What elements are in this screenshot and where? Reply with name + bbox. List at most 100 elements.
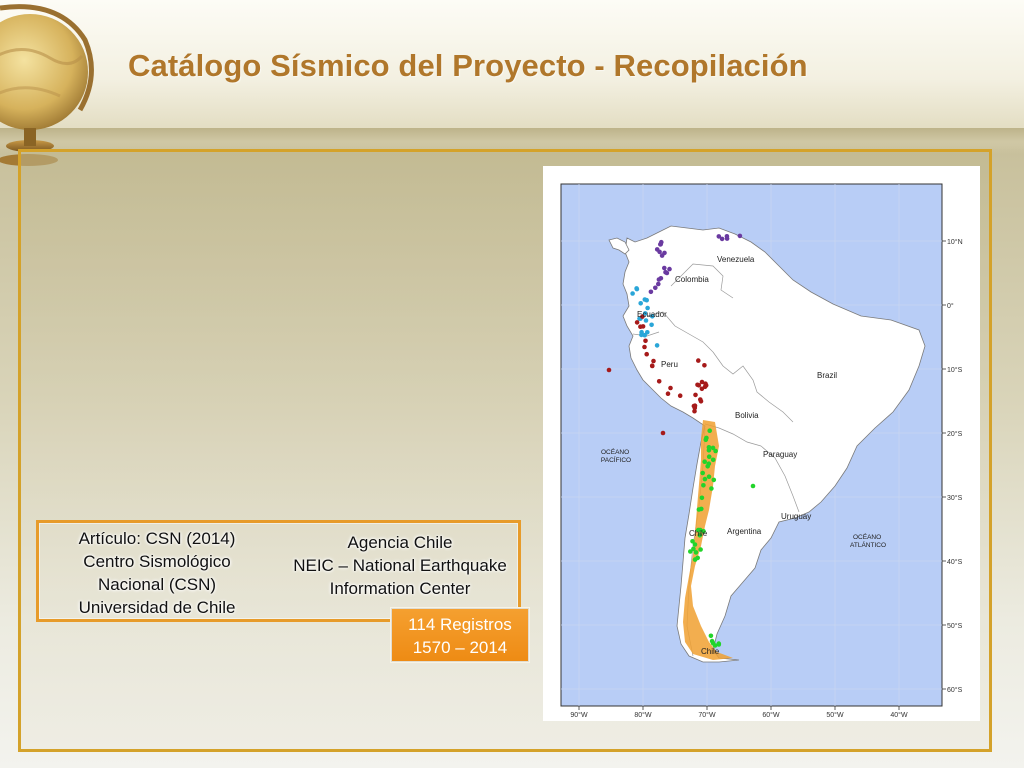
lon-labels: 90°W 80°W 70°W 60°W 50°W 40°W: [570, 706, 908, 719]
seismic-event-point: [651, 358, 656, 364]
seismic-event-point: [708, 633, 714, 639]
seismic-event-point: [656, 281, 661, 287]
seismic-event-point: [644, 351, 649, 357]
seismic-event-point: [703, 381, 708, 386]
country-label-venezuela: Venezuela: [717, 255, 755, 264]
seismic-event-point: [634, 286, 640, 292]
seismic-event-point: [660, 430, 666, 436]
seismic-event-point: [696, 358, 701, 363]
source-neic: Agencia Chile NEIC – National Earthquake…: [282, 531, 518, 600]
seismic-event-point: [638, 301, 643, 306]
lon-label: 80°W: [634, 711, 652, 719]
seismic-event-point: [692, 542, 698, 547]
seismic-event-point: [667, 266, 672, 272]
seismic-event-point: [710, 457, 716, 463]
lon-label: 50°W: [826, 711, 844, 719]
lat-label: 50°S: [947, 622, 963, 630]
seismic-event-point: [702, 363, 707, 368]
seismic-event-point: [702, 476, 708, 482]
seismic-event-point: [705, 464, 710, 469]
country-label-bolivia: Bolivia: [735, 411, 759, 420]
seismic-event-point: [691, 403, 697, 409]
lon-label: 70°W: [698, 711, 716, 719]
seismic-event-point: [709, 638, 715, 644]
seismic-event-point: [662, 250, 667, 256]
lat-labels: 10°N 0° 10°S 20°S 30°S 40°S 50°S 60°S: [942, 238, 963, 694]
source-csn-line4: Universidad de Chile: [78, 598, 236, 617]
ocean-label-atlantic: OCÉANO ATLÁNTICO: [850, 532, 886, 549]
seismic-map: 10°N 0° 10°S 20°S 30°S 40°S 50°S 60°S 90°W 80°W 7…: [560, 183, 963, 719]
records-badge: 114 Registros 1570 – 2014: [391, 608, 529, 662]
lat-label: 20°S: [947, 430, 963, 438]
lon-label: 90°W: [570, 711, 588, 719]
seismic-event-point: [699, 495, 705, 501]
globe-icon: [0, 4, 94, 166]
source-neic-line1: Agencia Chile: [347, 533, 453, 552]
source-csn: Artículo: CSN (2014) Centro Sismológico …: [52, 527, 262, 619]
page-title: Catálogo Sísmico del Proyecto - Recopila…: [128, 48, 808, 83]
country-label-colombia: Colombia: [675, 275, 709, 284]
country-label-paraguay: Paraguay: [763, 450, 797, 459]
seismic-event-point: [696, 383, 702, 388]
seismic-event-point: [668, 385, 673, 391]
seismic-event-point: [706, 448, 712, 453]
lat-label: 60°S: [947, 686, 963, 694]
country-label-chile-north: Chile: [689, 529, 708, 538]
seismic-event-point: [706, 454, 712, 460]
lon-label: 60°W: [762, 711, 780, 719]
ocean-label-pacific: OCÉANO PACÍFICO: [601, 447, 631, 464]
seismic-event-point: [653, 285, 658, 291]
seismic-event-point: [711, 477, 717, 483]
seismic-event-point: [639, 329, 644, 335]
seismic-event-point: [642, 297, 648, 302]
ocean-label-atlantic-line1: OCÉANO: [853, 532, 881, 541]
country-label-chile-south: Chile: [701, 647, 720, 656]
ocean-label-pacific-line1: OCÉANO: [601, 447, 629, 456]
seismic-event-point: [654, 343, 660, 348]
ocean-label-atlantic-line2: ATLÁNTICO: [850, 540, 886, 549]
source-neic-line2: NEIC – National Earthquake: [293, 556, 507, 575]
seismic-event-point: [656, 379, 662, 384]
seismic-event-point: [659, 239, 664, 245]
seismic-event-point: [709, 486, 714, 491]
seismic-event-point: [692, 557, 698, 562]
records-period: 1570 – 2014: [412, 638, 508, 657]
source-csn-line1: Artículo: CSN (2014): [78, 529, 236, 548]
country-label-brazil: Brazil: [817, 371, 837, 380]
seismic-event-point: [648, 289, 654, 295]
seismic-event-point: [640, 324, 646, 329]
seismic-map-panel: 10°N 0° 10°S 20°S 30°S 40°S 50°S 60°S 90°W 80°W 7…: [543, 166, 980, 721]
seismic-event-point: [663, 269, 668, 275]
seismic-event-point: [691, 546, 696, 552]
ocean-label-pacific-line2: PACÍFICO: [601, 455, 631, 464]
seismic-event-point: [750, 483, 756, 489]
seismic-event-point: [634, 320, 640, 325]
seismic-event-point: [698, 397, 703, 402]
country-label-uruguay: Uruguay: [781, 512, 811, 521]
seismic-event-point: [606, 367, 612, 373]
seismic-event-point: [649, 363, 655, 368]
lat-label: 10°N: [947, 238, 963, 246]
seismic-event-point: [707, 428, 712, 434]
seismic-event-point: [724, 234, 730, 239]
seismic-event-point: [706, 474, 712, 480]
country-label-peru: Peru: [661, 360, 678, 369]
lat-label: 40°S: [947, 558, 963, 566]
country-label-ecuador: Ecuador: [637, 310, 667, 319]
seismic-event-point: [699, 506, 704, 512]
source-neic-line3: Information Center: [329, 579, 471, 598]
lon-label: 40°W: [890, 711, 908, 719]
seismic-event-point: [630, 291, 635, 296]
country-label-argentina: Argentina: [727, 527, 762, 536]
seismic-event-point: [643, 338, 648, 344]
seismic-event-point: [713, 448, 718, 454]
seismic-event-point: [700, 470, 705, 476]
seismic-event-point: [642, 344, 647, 350]
seismic-event-point: [737, 233, 743, 239]
seismic-event-point: [701, 483, 706, 488]
source-csn-line2: Centro Sismológico: [83, 552, 231, 571]
source-csn-line3: Nacional (CSN): [97, 575, 217, 594]
seismic-event-point: [657, 249, 662, 255]
seismic-event-point: [704, 435, 709, 441]
lat-label: 0°: [947, 302, 954, 310]
